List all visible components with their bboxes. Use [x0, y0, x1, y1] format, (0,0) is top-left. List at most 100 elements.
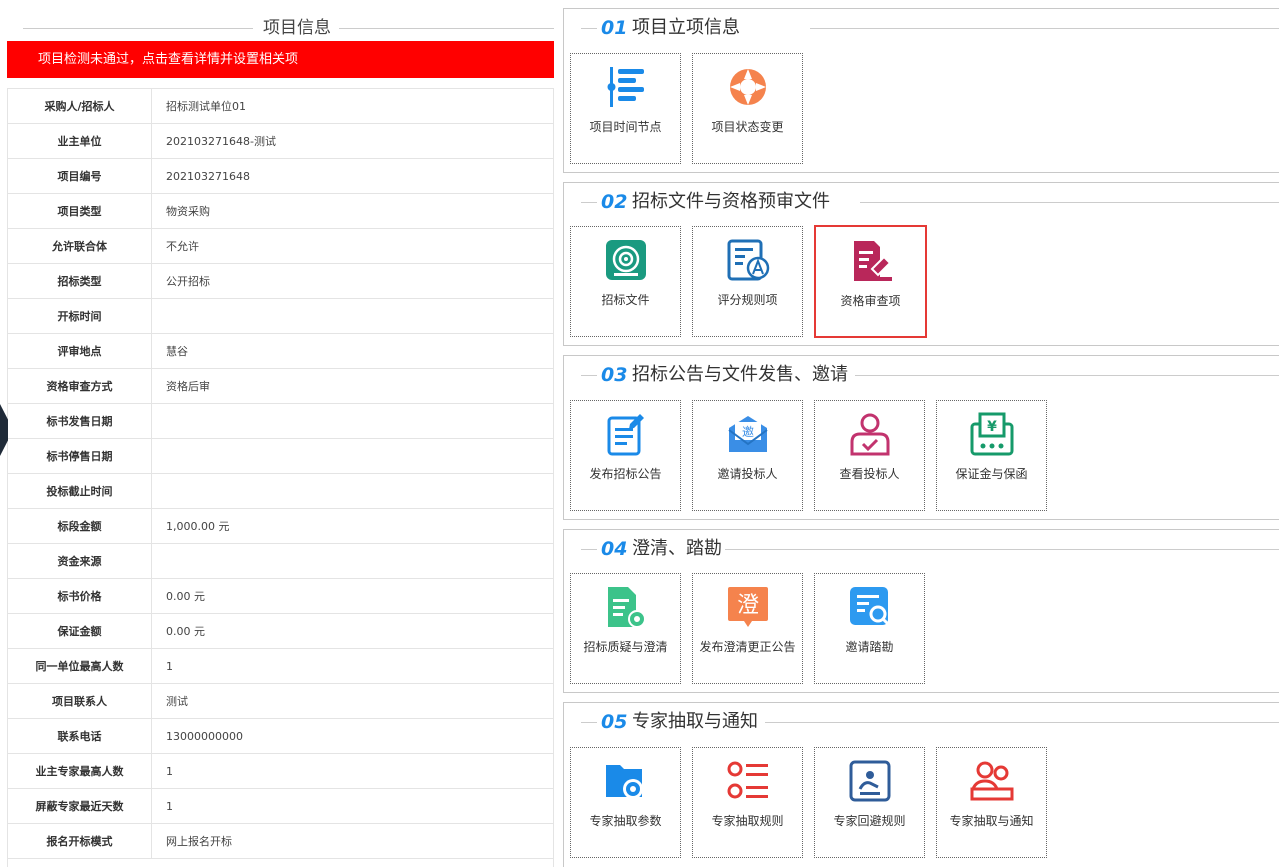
tile-label: 专家回避规则 — [833, 814, 906, 828]
tile-deposit-guarantee[interactable]: ¥ 保证金与保函 — [936, 400, 1047, 511]
info-key: 同一单位最高人数 — [7, 648, 152, 684]
qualification-review-icon — [854, 241, 892, 281]
tile-label: 专家抽取规则 — [711, 814, 784, 828]
tile-label: 邀请投标人 — [717, 467, 778, 481]
info-row: 资格审查方式 资格后审 — [7, 368, 554, 404]
tile-label: 发布澄清更正公告 — [699, 640, 796, 654]
tile-expert-avoid-rules[interactable]: 专家回避规则 — [814, 747, 925, 858]
info-row: 屏蔽专家最近天数 1 — [7, 788, 554, 824]
invite-envelope-icon: 邀 — [728, 416, 768, 452]
divider — [581, 28, 597, 29]
info-row: 项目联系人 测试 — [7, 683, 554, 719]
info-row: 保证金额 0.00 元 — [7, 613, 554, 649]
tile-scoring-rules[interactable]: 评分规则项 — [692, 226, 803, 337]
tile-project-time-nodes[interactable]: 项目时间节点 — [570, 53, 681, 164]
info-value: 202103271648 — [151, 158, 554, 194]
section-title: 专家抽取与通知 — [632, 711, 758, 732]
tile-expert-rules[interactable]: 专家抽取规则 — [692, 747, 803, 858]
info-value: 测试 — [151, 683, 554, 719]
info-value: 1 — [151, 648, 554, 684]
section-number: 04 — [601, 538, 628, 560]
rule-list-icon — [727, 761, 768, 799]
info-value — [151, 543, 554, 579]
section-number: 03 — [601, 364, 628, 386]
tile-view-bidders[interactable]: 查看投标人 — [814, 400, 925, 511]
target-document-icon — [606, 240, 646, 280]
info-value: 招标测试单位01 — [151, 88, 554, 124]
info-row: 投标截止时间 — [7, 473, 554, 509]
section-clarify-survey: 04 澄清、踏勘 招标质疑与澄清 澄 发布澄清更正公告 邀请踏勘 — [563, 529, 1279, 693]
info-row: 采购人/招标人 招标测试单位01 — [7, 88, 554, 124]
divider — [339, 28, 554, 29]
tile-bid-documents[interactable]: 招标文件 — [570, 226, 681, 337]
tile-qualification-review[interactable]: 资格审查项 — [814, 225, 927, 338]
section-notice-invitation: 03 招标公告与文件发售、邀请 发布招标公告 邀 邀请投标人 查看投标人 ¥ 保… — [563, 355, 1279, 520]
tile-expert-notify[interactable]: 专家抽取与通知 — [936, 747, 1047, 858]
view-bidder-icon — [850, 413, 890, 456]
info-value: 1,000.00 元 — [151, 508, 554, 544]
tile-label: 专家抽取参数 — [589, 814, 662, 828]
section-number: 01 — [601, 17, 628, 39]
section-header: 03 招标公告与文件发售、邀请 — [564, 356, 1279, 388]
info-row: 联系电话 13000000000 — [7, 718, 554, 754]
divider — [581, 722, 597, 723]
info-key: 项目联系人 — [7, 683, 152, 719]
info-key: 联系电话 — [7, 718, 152, 754]
tile-project-status-change[interactable]: 项目状态变更 — [692, 53, 803, 164]
section-header: 05 专家抽取与通知 — [564, 703, 1279, 735]
tile-label: 招标文件 — [601, 293, 650, 307]
tile-expert-parameters[interactable]: 专家抽取参数 — [570, 747, 681, 858]
info-row: 业主专家最高人数 1 — [7, 753, 554, 789]
tile-invite-bidders[interactable]: 邀 邀请投标人 — [692, 400, 803, 511]
section-header: 01 项目立项信息 — [564, 9, 1279, 41]
tile-label: 招标质疑与澄清 — [583, 640, 668, 654]
divider — [725, 549, 1279, 550]
info-value: 物资采购 — [151, 193, 554, 229]
timeline-icon — [607, 67, 644, 107]
project-info-table: 采购人/招标人 招标测试单位01 业主单位 202103271648-测试 项目编号 20… — [7, 88, 554, 859]
info-value: 网上报名开标 — [151, 823, 554, 859]
clarify-glyph: 澄 — [737, 593, 759, 618]
section-header: 02 招标文件与资格预审文件 — [564, 183, 1279, 215]
info-row: 资金来源 — [7, 543, 554, 579]
section-title: 项目立项信息 — [632, 17, 740, 38]
table-bottom — [7, 858, 554, 867]
info-row: 项目编号 202103271648 — [7, 158, 554, 194]
info-key: 业主单位 — [7, 123, 152, 159]
project-info-header: 项目信息 — [7, 8, 554, 38]
expert-group-icon — [970, 761, 1014, 801]
section-number: 05 — [601, 711, 628, 733]
tile-clarify-notice[interactable]: 澄 发布澄清更正公告 — [692, 573, 803, 684]
info-row: 同一单位最高人数 1 — [7, 648, 554, 684]
info-key: 标段金额 — [7, 508, 152, 544]
tile-label: 查看投标人 — [839, 467, 900, 481]
publish-notice-icon — [607, 414, 644, 456]
project-check-alert[interactable]: 项目检测未通过，点击查看详情并设置相关项 — [7, 41, 554, 78]
info-value: 1 — [151, 788, 554, 824]
info-key: 标书停售日期 — [7, 438, 152, 474]
tile-label: 邀请踏勘 — [845, 640, 894, 654]
tile-site-survey[interactable]: 邀请踏勘 — [814, 573, 925, 684]
info-key: 允许联合体 — [7, 228, 152, 264]
clarify-notice-icon: 澄 — [728, 587, 768, 627]
info-row: 开标时间 — [7, 298, 554, 334]
info-value: 资格后审 — [151, 368, 554, 404]
info-key: 招标类型 — [7, 263, 152, 299]
info-value: 慧谷 — [151, 333, 554, 369]
info-row: 标书价格 0.00 元 — [7, 578, 554, 614]
tile-publish-notice[interactable]: 发布招标公告 — [570, 400, 681, 511]
info-value: 202103271648-测试 — [151, 123, 554, 159]
tile-label: 资格审查项 — [840, 294, 901, 308]
tile-question-clarify[interactable]: 招标质疑与澄清 — [570, 573, 681, 684]
divider — [765, 722, 1279, 723]
info-value: 0.00 元 — [151, 578, 554, 614]
info-key: 评审地点 — [7, 333, 152, 369]
section-title: 招标公告与文件发售、邀请 — [632, 364, 848, 385]
info-row: 项目类型 物资采购 — [7, 193, 554, 229]
info-row: 标段金额 1,000.00 元 — [7, 508, 554, 544]
info-key: 保证金额 — [7, 613, 152, 649]
info-value — [151, 438, 554, 474]
info-key: 投标截止时间 — [7, 473, 152, 509]
section-header: 04 澄清、踏勘 — [564, 530, 1279, 562]
tile-label: 评分规则项 — [717, 293, 778, 307]
